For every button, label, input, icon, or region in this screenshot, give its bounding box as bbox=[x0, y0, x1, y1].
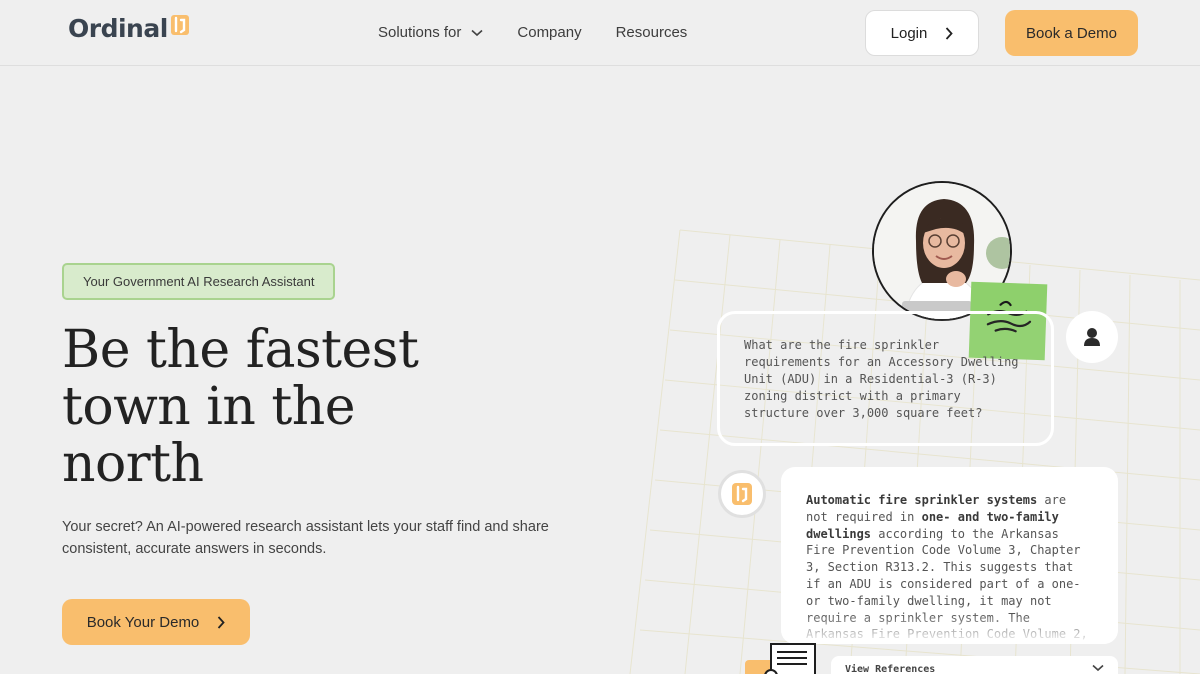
answer-bubble: Automatic fire sprinkler systems are not… bbox=[781, 467, 1118, 644]
view-references-dropdown[interactable]: View References bbox=[831, 656, 1118, 674]
site-header: Ordinal Solutions for Company Resources … bbox=[0, 0, 1200, 66]
nav-solutions-label: Solutions for bbox=[378, 24, 462, 41]
chevron-down-icon bbox=[1092, 664, 1104, 672]
chevron-down-icon bbox=[471, 29, 483, 36]
main-nav: Solutions for Company Resources bbox=[378, 24, 687, 41]
nav-resources-label: Resources bbox=[615, 24, 688, 41]
document-stack-icon bbox=[745, 643, 816, 674]
question-bubble: What are the fire sprinkler requirements… bbox=[717, 311, 1054, 446]
chevron-right-icon bbox=[218, 615, 225, 629]
login-button[interactable]: Login bbox=[865, 10, 979, 56]
book-demo-label: Book a Demo bbox=[1026, 24, 1117, 42]
ordinal-logo-icon bbox=[732, 483, 752, 505]
book-your-demo-label: Book Your Demo bbox=[86, 613, 200, 631]
book-your-demo-button[interactable]: Book Your Demo bbox=[62, 599, 250, 645]
question-text: What are the fire sprinkler requirements… bbox=[744, 338, 1019, 420]
assistant-avatar bbox=[718, 470, 766, 518]
answer-bold-1: Automatic fire sprinkler systems bbox=[806, 493, 1038, 507]
book-demo-button[interactable]: Book a Demo bbox=[1005, 10, 1138, 56]
answer-fade bbox=[781, 614, 1118, 644]
headline-line-3: north bbox=[62, 434, 204, 494]
hero-subtext: Your secret? An AI-powered research assi… bbox=[62, 519, 549, 557]
logo-mark-icon bbox=[170, 14, 189, 35]
logo-text: Ordinal bbox=[68, 14, 168, 43]
hero-headline: Be the fastest town in the north bbox=[62, 322, 542, 493]
hero-tag: Your Government AI Research Assistant bbox=[62, 263, 336, 300]
user-avatar bbox=[1066, 311, 1118, 363]
view-references-label: View References bbox=[845, 664, 936, 674]
nav-company[interactable]: Company bbox=[517, 24, 581, 41]
login-label: Login bbox=[890, 24, 928, 42]
logo[interactable]: Ordinal bbox=[68, 14, 190, 43]
headline-line-1: Be the fastest bbox=[62, 320, 419, 380]
nav-solutions[interactable]: Solutions for bbox=[378, 24, 483, 41]
nav-resources[interactable]: Resources bbox=[616, 24, 688, 41]
user-icon bbox=[1084, 328, 1100, 346]
nav-company-label: Company bbox=[517, 24, 582, 41]
headline-line-2: town in the bbox=[62, 377, 356, 437]
chevron-right-icon bbox=[946, 26, 954, 40]
